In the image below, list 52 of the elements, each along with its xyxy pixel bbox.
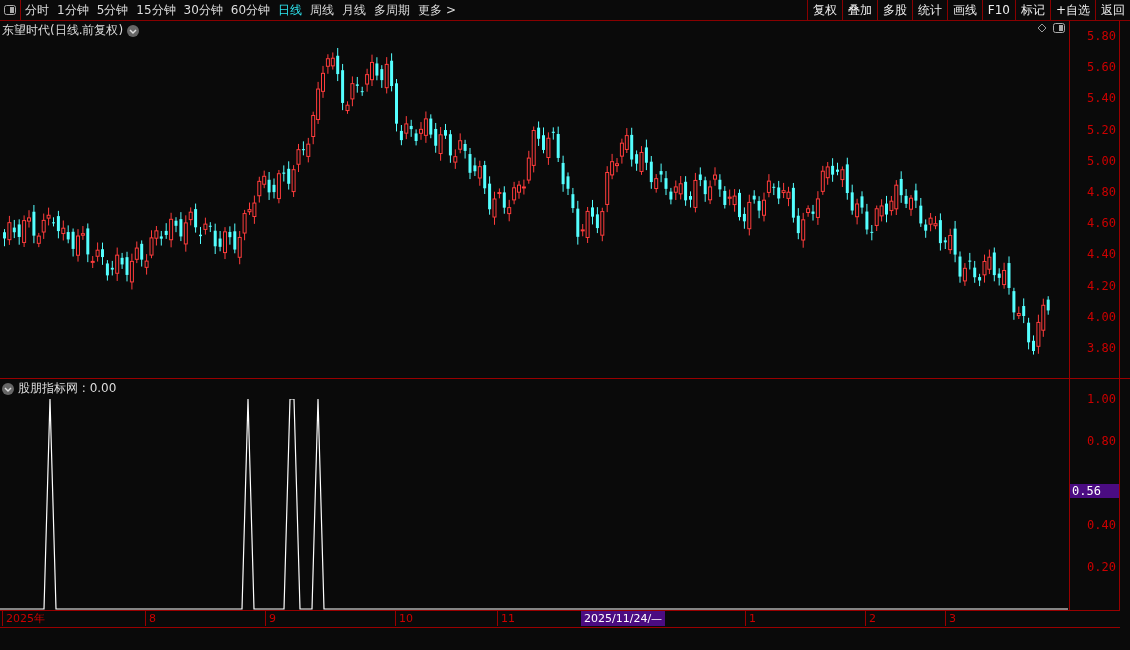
- chart-title: 东望时代(日线.前复权): [2, 22, 124, 39]
- axis-label: 3.80: [1087, 341, 1116, 355]
- dropdown-icon[interactable]: [2, 382, 14, 395]
- period-tab[interactable]: 日线: [274, 0, 307, 20]
- axis-label: 5.60: [1087, 60, 1116, 75]
- panel-toggle-icon[interactable]: [1053, 23, 1065, 33]
- axis-label: 0.80: [1087, 434, 1116, 448]
- date-label: 8: [145, 611, 156, 626]
- axis-label: 5.00: [1087, 153, 1116, 168]
- toolbar-button[interactable]: 统计: [911, 0, 947, 20]
- axis-label: 0.40: [1087, 518, 1116, 532]
- period-tab[interactable]: 5分钟: [92, 0, 133, 20]
- period-tab[interactable]: 分时: [21, 0, 53, 20]
- date-label: 10: [395, 611, 413, 626]
- dropdown-icon[interactable]: [127, 24, 140, 37]
- axis-label: 4.40: [1087, 247, 1116, 262]
- toolbar-button[interactable]: 画线: [946, 0, 982, 20]
- indicator-title: 股朋指标网 : 0.00: [18, 380, 117, 397]
- toolbar-button[interactable]: 多股: [876, 0, 912, 20]
- period-tab[interactable]: 多周期: [370, 0, 415, 20]
- date-label: 11: [497, 611, 515, 626]
- date-label: 2: [865, 611, 876, 626]
- cursor-date: 2025/11/24/—: [581, 611, 666, 626]
- period-tab[interactable]: 1分钟: [53, 0, 93, 20]
- axis-label: 5.80: [1087, 29, 1116, 43]
- date-label: 1: [745, 611, 756, 626]
- axis-label: 5.20: [1087, 122, 1116, 137]
- date-label: 2025年: [2, 611, 45, 626]
- cursor-value: 0.56: [1070, 484, 1119, 499]
- period-tab[interactable]: 60分钟: [226, 0, 275, 20]
- axis-label: 4.80: [1087, 185, 1116, 199]
- toolbar-button[interactable]: 叠加: [841, 0, 877, 20]
- toolbar-button[interactable]: 返回: [1095, 0, 1130, 20]
- axis-label: 4.00: [1087, 309, 1116, 324]
- axis-label: 1.00: [1087, 392, 1116, 406]
- axis-label: 4.20: [1087, 278, 1116, 293]
- toolbar-button[interactable]: F10: [981, 0, 1015, 20]
- toolbar-button[interactable]: 复权: [806, 0, 842, 20]
- axis-label: 0.20: [1087, 560, 1116, 574]
- period-tab[interactable]: 月线: [338, 0, 371, 20]
- toolbar-button[interactable]: +自选: [1049, 0, 1095, 20]
- date-label: 3: [945, 611, 956, 626]
- period-tab[interactable]: 周线: [306, 0, 339, 20]
- period-tab[interactable]: 30分钟: [179, 0, 227, 20]
- axis-label: 5.40: [1087, 91, 1116, 106]
- period-tab[interactable]: 更多 >: [414, 0, 460, 20]
- date-label: 9: [265, 611, 276, 626]
- diamond-icon[interactable]: [1037, 23, 1047, 33]
- axis-label: 4.60: [1087, 216, 1116, 231]
- panel-toggle-icon[interactable]: [4, 5, 16, 15]
- period-tab[interactable]: 15分钟: [132, 0, 180, 20]
- toolbar-button[interactable]: 标记: [1014, 0, 1050, 20]
